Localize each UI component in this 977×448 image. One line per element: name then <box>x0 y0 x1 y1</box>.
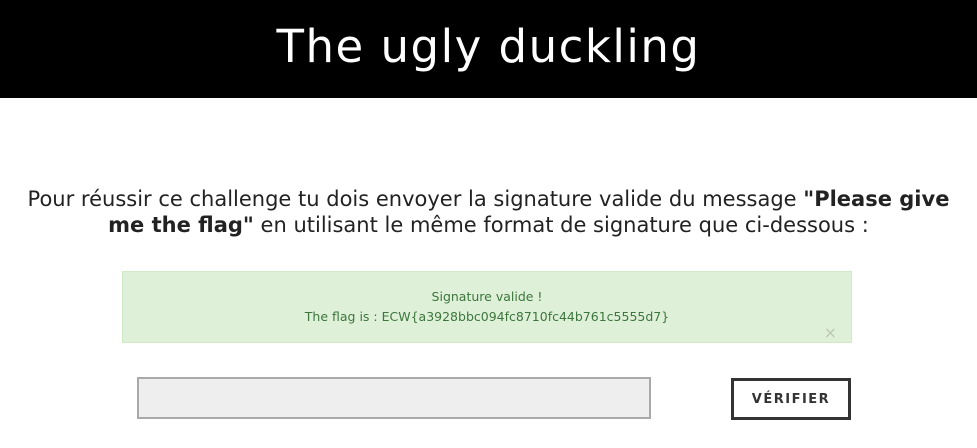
instructions-line-1: Pour réussir ce challenge tu dois envoye… <box>0 186 977 212</box>
alert-flag-text: The flag is : ECW{a3928bbc094fc8710fc44b… <box>304 309 670 324</box>
instructions-text-after: en utilisant le même format de signature… <box>253 213 869 237</box>
challenge-instructions: Pour réussir ce challenge tu dois envoye… <box>0 186 977 238</box>
verify-button[interactable]: VÉRIFIER <box>731 378 851 420</box>
page-header: The ugly duckling <box>0 0 977 98</box>
page-title: The ugly duckling <box>276 19 701 73</box>
alert-status-text: Signature valide ! <box>431 289 543 304</box>
signature-input[interactable] <box>137 377 651 419</box>
instructions-line-2: me the flag" en utilisant le même format… <box>0 212 977 238</box>
close-icon[interactable]: × <box>824 325 837 341</box>
instructions-message-highlight-2: me the flag" <box>108 213 254 237</box>
success-alert: Signature valide ! The flag is : ECW{a39… <box>122 271 852 343</box>
instructions-message-highlight-1: "Please give <box>803 187 950 211</box>
instructions-text-before: Pour réussir ce challenge tu dois envoye… <box>27 187 804 211</box>
